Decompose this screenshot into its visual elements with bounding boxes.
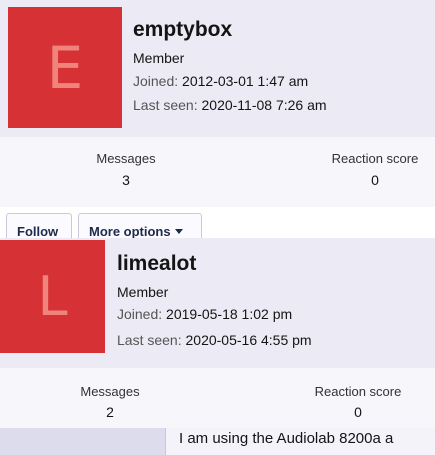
post-user-column	[0, 428, 165, 455]
avatar[interactable]: E	[8, 7, 122, 128]
joined-row: Joined: 2019-05-18 1:02 pm	[117, 306, 292, 322]
messages-label: Messages	[80, 384, 140, 399]
reaction-score-value: 0	[371, 172, 379, 188]
messages-label: Messages	[96, 151, 156, 166]
user-role: Member	[117, 284, 169, 300]
last-seen-row: Last seen: 2020-05-16 4:55 pm	[117, 332, 312, 348]
avatar-letter: L	[37, 265, 68, 328]
post-text: I am using the Audiolab 8200a a	[179, 430, 394, 447]
messages-value[interactable]: 2	[106, 404, 114, 420]
last-seen-row: Last seen: 2020-11-08 7:26 am	[133, 97, 327, 113]
last-seen-value: 2020-11-08 7:26 am	[201, 97, 327, 113]
username[interactable]: emptybox	[133, 18, 232, 42]
user-role: Member	[133, 50, 185, 66]
avatar[interactable]: L	[0, 240, 105, 353]
more-options-label: More options	[89, 224, 171, 239]
user-stats	[0, 137, 435, 207]
avatar-letter: E	[46, 33, 84, 102]
caret-down-icon	[174, 229, 183, 234]
follow-button-label: Follow	[17, 224, 59, 239]
messages-value[interactable]: 3	[122, 172, 130, 188]
joined-value: 2012-03-01 1:47 am	[182, 73, 309, 89]
reaction-score-label: Reaction score	[314, 384, 402, 399]
username[interactable]: limealot	[117, 252, 196, 276]
last-seen-label: Last seen:	[133, 97, 198, 113]
last-seen-label: Last seen:	[117, 332, 182, 348]
joined-row: Joined: 2012-03-01 1:47 am	[133, 73, 308, 89]
joined-label: Joined:	[133, 73, 179, 89]
joined-label: Joined:	[117, 306, 163, 322]
reaction-score-value: 0	[354, 404, 362, 420]
last-seen-value: 2020-05-16 4:55 pm	[185, 332, 312, 348]
reaction-score-label: Reaction score	[331, 151, 419, 166]
joined-value: 2019-05-18 1:02 pm	[166, 306, 293, 322]
